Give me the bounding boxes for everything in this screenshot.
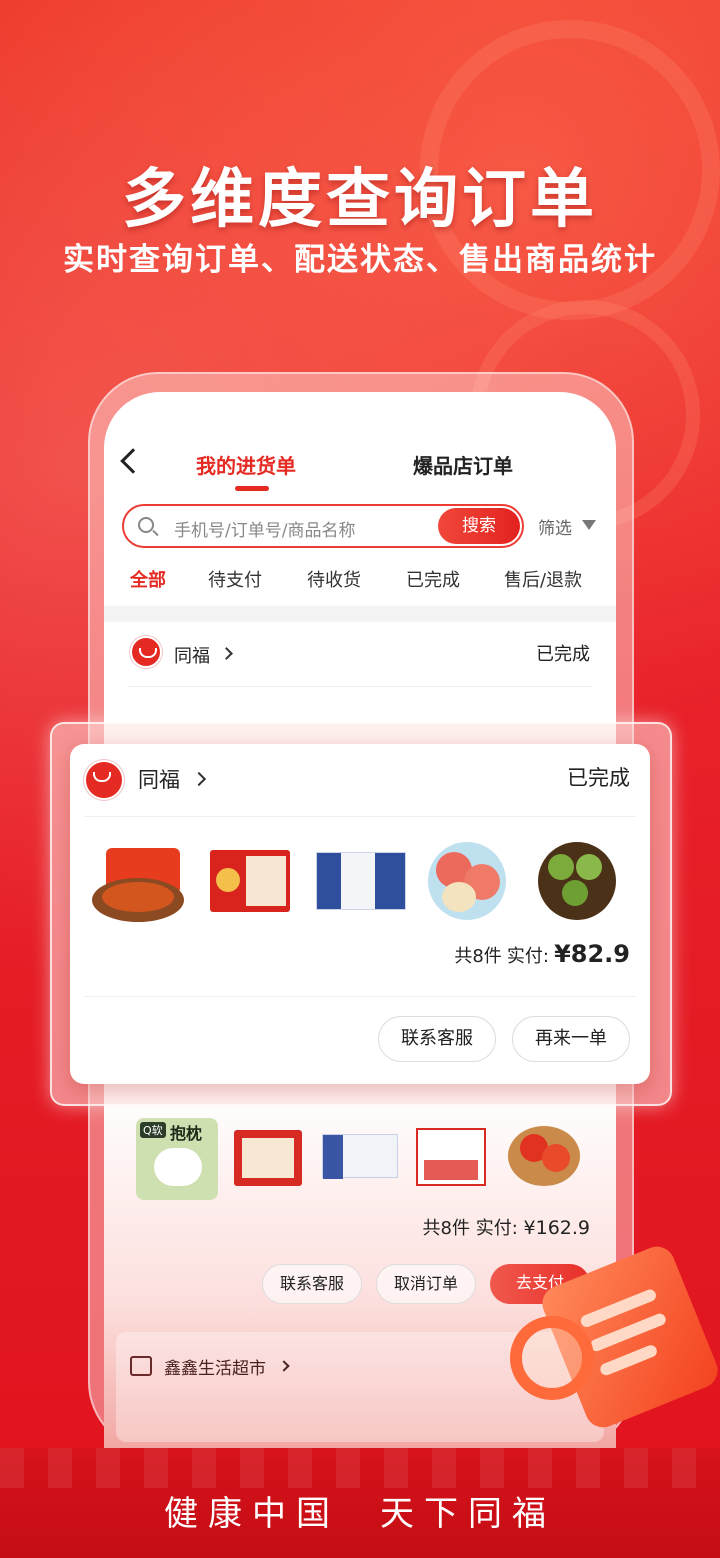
product-pillow[interactable]: Q软 抱枕 xyxy=(136,1118,218,1200)
footer-pattern xyxy=(0,1448,720,1488)
contact-service-button[interactable]: 联系客服 xyxy=(262,1264,362,1304)
magnifier-icon xyxy=(510,1316,594,1400)
status-tab-completed[interactable]: 已完成 xyxy=(406,566,460,592)
contact-service-button[interactable]: 联系客服 xyxy=(378,1016,496,1062)
item-count: 共8件 xyxy=(454,946,502,967)
pillow-image xyxy=(154,1148,202,1186)
search-bar: 手机号/订单号/商品名称 搜索 xyxy=(122,504,524,548)
status-tabs: 全部 待支付 待收货 已完成 售后/退款 xyxy=(104,566,616,596)
chevron-right-icon xyxy=(191,771,207,787)
status-tab-refund[interactable]: 售后/退款 xyxy=(504,566,582,592)
tab-indicator xyxy=(235,486,269,491)
headline: 多维度查询订单 xyxy=(122,163,598,237)
slogan-right: 天下同福 xyxy=(380,1494,556,1534)
shop-logo xyxy=(130,636,162,668)
order-total: 共8件 实付: ¥82.9 xyxy=(454,940,630,968)
status-tab-all[interactable]: 全部 xyxy=(130,566,166,592)
order-card-completed[interactable]: 同福 已完成 共8件 实付: ¥82.9 联系客服 再来一单 xyxy=(70,744,650,1084)
product-apple[interactable] xyxy=(428,842,506,920)
next-shop-name[interactable]: 鑫鑫生活超市 xyxy=(164,1354,266,1379)
subline: 实时查询订单、配送状态、售出商品统计 xyxy=(63,242,657,278)
divider xyxy=(128,686,592,687)
paid-label: 实付: xyxy=(475,1218,518,1239)
divider xyxy=(84,996,636,997)
product-gift-box[interactable] xyxy=(416,1128,486,1186)
slogan: 健康中国 天下同福 xyxy=(0,1486,720,1535)
order-status: 已完成 xyxy=(536,644,590,665)
search-icon xyxy=(138,517,154,533)
chevron-right-icon xyxy=(278,1360,290,1372)
product-gift-box[interactable] xyxy=(234,1130,302,1186)
item-count: 共8件 xyxy=(422,1218,470,1239)
slogan-left: 健康中国 xyxy=(164,1494,340,1534)
filter-icon[interactable] xyxy=(582,520,596,530)
paid-amount: ¥162.9 xyxy=(523,1217,590,1239)
pillow-title: 抱枕 xyxy=(170,1124,203,1143)
search-input[interactable]: 手机号/订单号/商品名称 xyxy=(174,516,355,541)
chevron-right-icon xyxy=(220,647,233,660)
shop-name[interactable]: 同福 xyxy=(174,642,210,668)
product-brussels-sprouts[interactable] xyxy=(538,842,616,920)
divider xyxy=(104,606,616,622)
store-icon xyxy=(130,1356,152,1376)
tab-store-orders[interactable]: 爆品店订单 xyxy=(413,450,513,479)
tab-my-orders[interactable]: 我的进货单 xyxy=(196,450,296,479)
divider xyxy=(84,816,636,817)
product-rice-cake[interactable] xyxy=(92,844,188,924)
shop-logo xyxy=(84,760,124,800)
product-tomato[interactable] xyxy=(508,1126,580,1186)
product-gift-box[interactable] xyxy=(210,850,290,912)
reorder-button[interactable]: 再来一单 xyxy=(512,1016,630,1062)
status-tab-unreceived[interactable]: 待收货 xyxy=(307,566,361,592)
order-total: 共8件 实付: ¥162.9 xyxy=(423,1214,590,1240)
order-status: 已完成 xyxy=(567,766,630,790)
paid-amount: ¥82.9 xyxy=(554,940,630,968)
pillow-badge: Q软 xyxy=(140,1122,166,1138)
paid-label: 实付: xyxy=(506,946,549,967)
order-card-pending[interactable]: Q软 抱枕 共8件 实付: ¥162.9 联系客服 取消订单 去支付 xyxy=(116,1104,604,1314)
search-button[interactable]: 搜索 xyxy=(438,508,520,544)
product-milk-box[interactable] xyxy=(316,852,406,910)
status-tab-unpaid[interactable]: 待支付 xyxy=(208,566,262,592)
nav-bar: 我的进货单 爆品店订单 xyxy=(104,442,616,492)
product-milk-box[interactable] xyxy=(322,1134,398,1179)
filter-button[interactable]: 筛选 xyxy=(538,514,572,539)
cancel-order-button[interactable]: 取消订单 xyxy=(376,1264,476,1304)
back-icon[interactable] xyxy=(120,448,146,474)
shop-name[interactable]: 同福 xyxy=(138,764,180,794)
